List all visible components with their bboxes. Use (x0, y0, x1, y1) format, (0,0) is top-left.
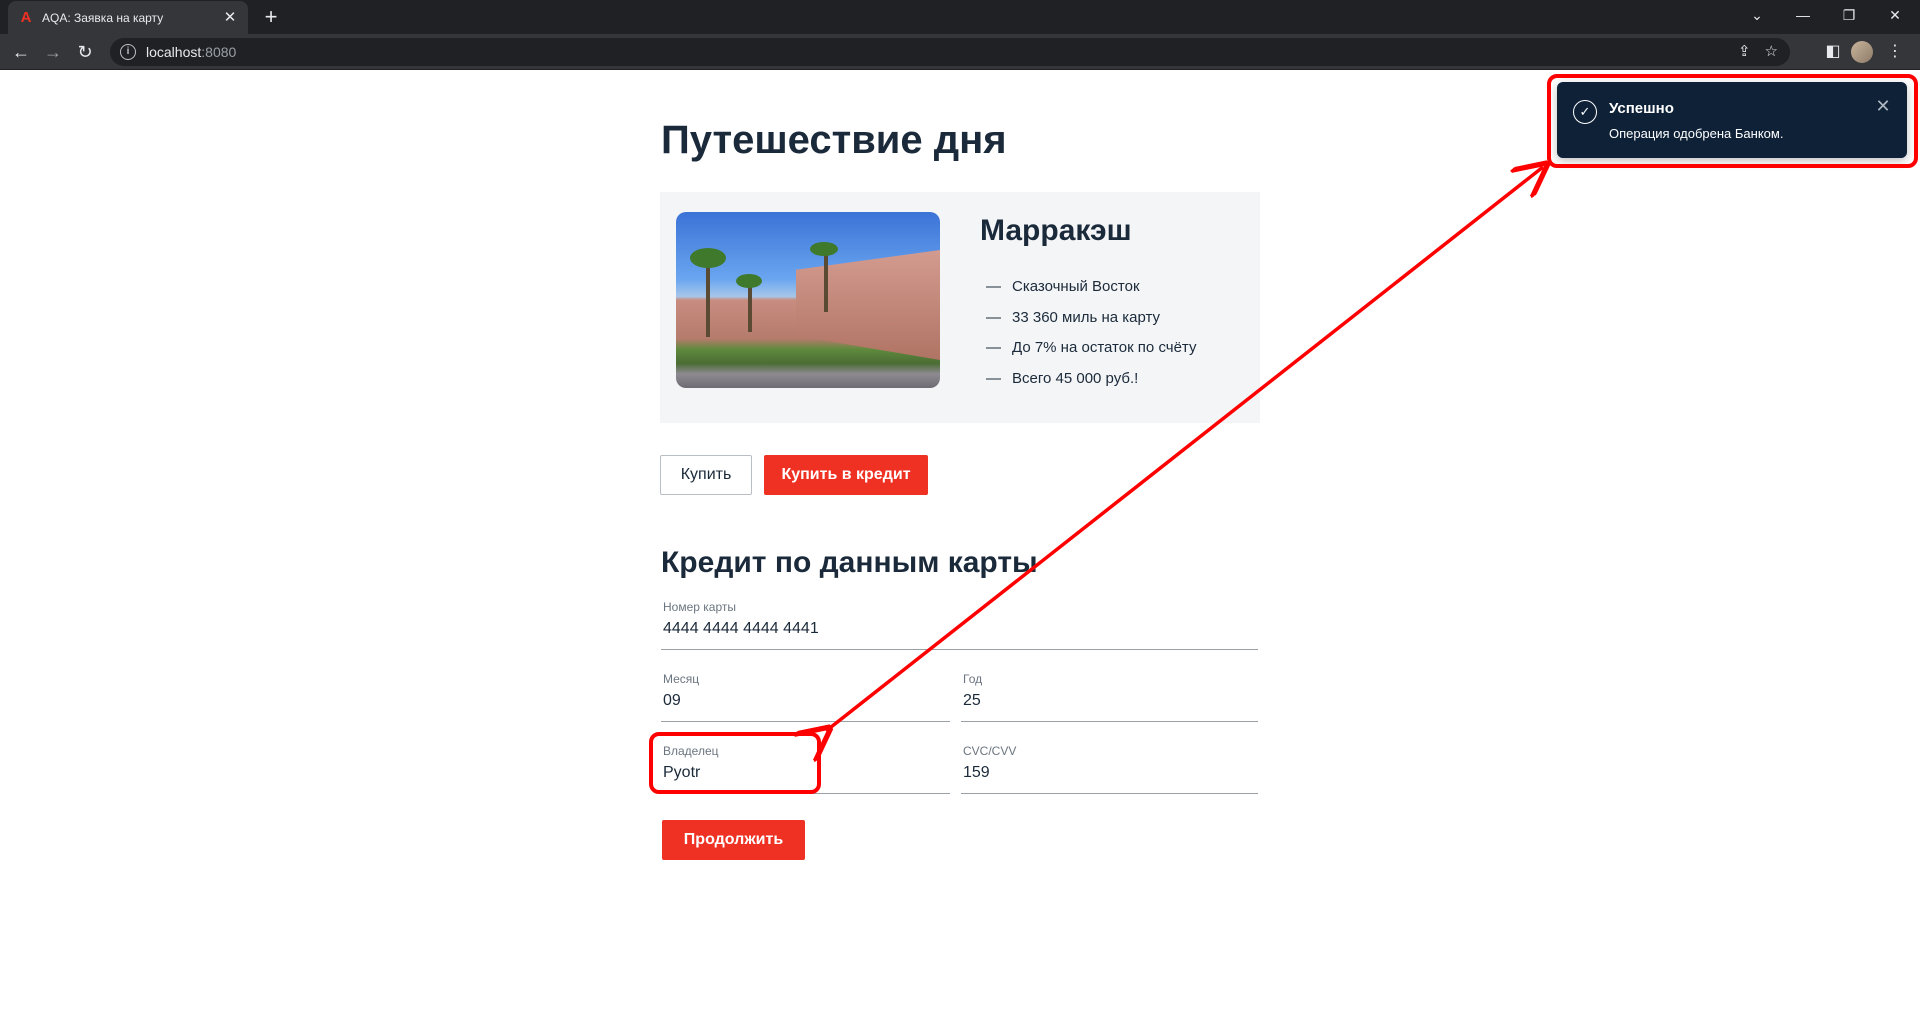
notification-title: Успешно (1609, 100, 1674, 117)
offer-city: Марракэш (980, 214, 1132, 247)
browser-tab[interactable]: А AQA: Заявка на карту ✕ (8, 1, 248, 34)
new-tab-icon[interactable]: + (258, 4, 284, 30)
list-item: — До 7% на остаток по счёту (986, 339, 1197, 356)
menu-kebab-icon[interactable]: ⋮ (1882, 39, 1908, 65)
offer-features: — Сказочный Восток —33 360 миль на карту … (986, 272, 1196, 394)
buy-button[interactable]: Купить (660, 455, 752, 495)
list-item: — Всего 45 000 руб.! (986, 369, 1139, 387)
list-item: —33 360 миль на карту (986, 308, 1161, 326)
checkmark-circle-icon: ✓ (1573, 100, 1597, 124)
marrakesh-photo (676, 212, 940, 388)
field-value: 4444 4444 4444 4441 (663, 620, 819, 637)
url-text: localhost:8080 (146, 44, 237, 60)
cvc-field[interactable]: CVC/CVV 159 (961, 736, 1258, 794)
close-icon[interactable]: ✕ (222, 9, 238, 26)
field-label: Год (963, 672, 983, 686)
forward-icon[interactable]: → (40, 39, 66, 65)
month-field[interactable]: Месяц 09 (661, 664, 950, 722)
profile-avatar[interactable] (1851, 41, 1873, 63)
page-title: Путешествие дня (661, 118, 1007, 162)
browser-tab-bar: А AQA: Заявка на карту ✕ + ⌄ — ❐ ✕ (0, 0, 1920, 34)
continue-button[interactable]: Продолжить (662, 820, 805, 860)
tab-search-icon[interactable]: ⌄ (1734, 0, 1780, 34)
close-icon[interactable]: ✕ (1873, 96, 1893, 116)
owner-field[interactable]: Владелец Pyotr (661, 736, 950, 794)
list-item: — Сказочный Восток (986, 278, 1140, 295)
notification-text: Операция одобрена Банком. (1609, 126, 1784, 141)
field-value: 159 (963, 764, 990, 781)
back-icon[interactable]: ← (8, 39, 34, 65)
year-field[interactable]: Год 25 (961, 664, 1258, 722)
field-value: Pyotr (663, 764, 701, 781)
bookmark-star-icon[interactable]: ☆ (1765, 42, 1778, 60)
field-value: 09 (663, 692, 681, 709)
success-notification: ✓ Успешно Операция одобрена Банком. ✕ (1557, 82, 1907, 158)
section-title: Кредит по данным карты (661, 546, 1038, 579)
share-icon[interactable]: ⇪ (1738, 42, 1751, 60)
site-info-icon[interactable]: i (120, 44, 136, 60)
side-panel-icon[interactable]: ◧ (1820, 39, 1846, 65)
window-close-icon[interactable]: ✕ (1872, 0, 1918, 34)
field-value: 25 (963, 692, 981, 709)
tab-title: AQA: Заявка на карту (42, 10, 164, 25)
buy-credit-button[interactable]: Купить в кредит (764, 455, 928, 495)
offer-card: Марракэш — Сказочный Восток —33 360 миль … (660, 192, 1260, 423)
field-label: Номер карты (663, 600, 736, 614)
card-number-field[interactable]: Номер карты 4444 4444 4444 4441 (661, 592, 1258, 650)
restore-icon[interactable]: ❐ (1826, 0, 1872, 34)
alfa-logo-icon: А (20, 8, 32, 26)
field-label: CVC/CVV (963, 744, 1017, 758)
reload-icon[interactable]: ↻ (72, 39, 98, 65)
minimize-icon[interactable]: — (1780, 0, 1826, 34)
field-label: Владелец (663, 744, 719, 758)
field-label: Месяц (663, 672, 700, 686)
address-bar[interactable]: i localhost:8080 ⇪ ☆ (110, 38, 1790, 66)
browser-toolbar: ← → ↻ i localhost:8080 ⇪ ☆ ◧ ⋮ (0, 34, 1920, 70)
